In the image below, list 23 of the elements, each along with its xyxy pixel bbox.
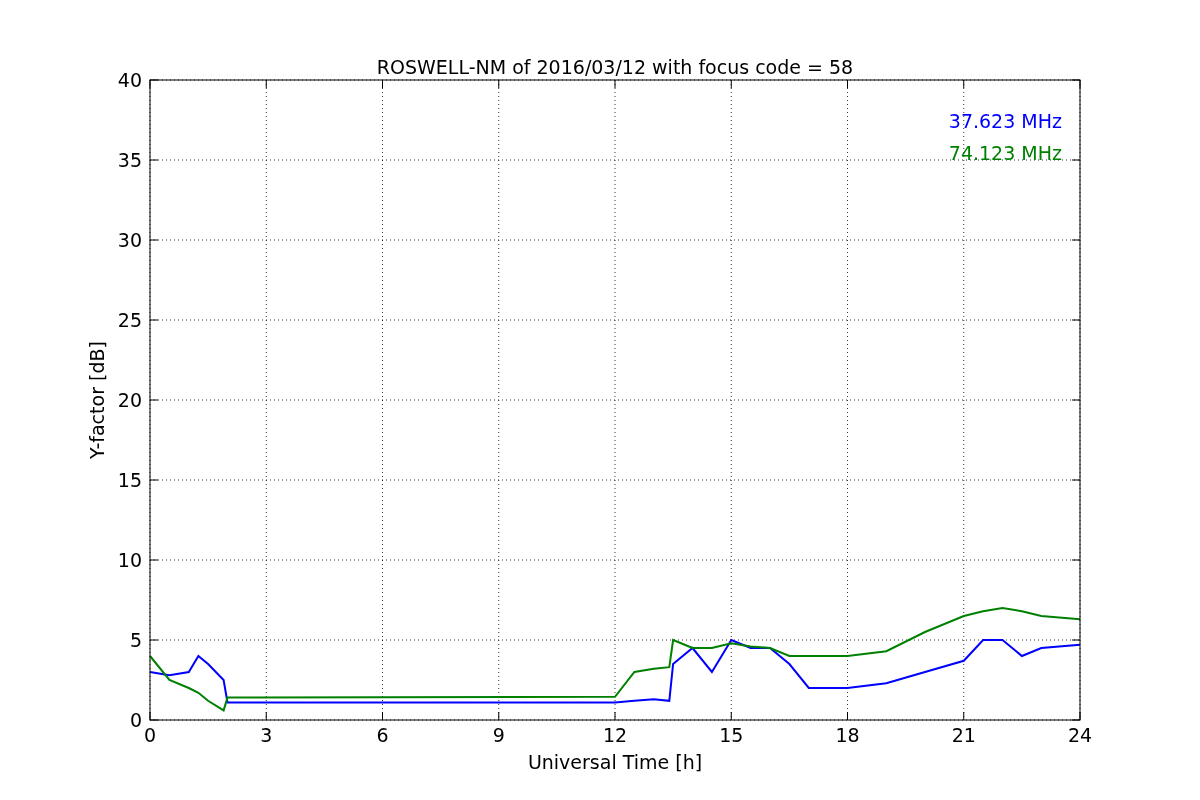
tick-label: 15	[719, 724, 744, 746]
tick-label: 12	[602, 724, 628, 746]
tick-label: 5	[129, 629, 142, 651]
tick-label: 24	[1067, 724, 1093, 746]
tick-label: 3	[260, 724, 273, 746]
legend-label: 37.623 MHz	[948, 110, 1062, 132]
y-axis-label: Y-factor [dB]	[86, 341, 108, 459]
tick-label: 21	[951, 724, 976, 746]
tick-label: 9	[492, 724, 505, 746]
tick-label: 18	[835, 724, 860, 746]
tick-label: 0	[129, 709, 142, 731]
tick-label: 30	[117, 229, 142, 251]
tick-label: 0	[143, 724, 157, 746]
tick-label: 20	[117, 389, 142, 411]
legend-label: 74.123 MHz	[948, 142, 1062, 164]
chart-title: ROSWELL-NM of 2016/03/12 with focus code = 58	[376, 56, 854, 78]
x-axis-label: Universal Time [h]	[527, 751, 703, 773]
tick-label: 15	[117, 469, 142, 491]
tick-label: 35	[117, 149, 142, 171]
tick-label: 10	[117, 549, 142, 571]
tick-label: 40	[117, 69, 142, 91]
tick-label: 6	[376, 724, 389, 746]
tick-label: 25	[117, 309, 142, 331]
